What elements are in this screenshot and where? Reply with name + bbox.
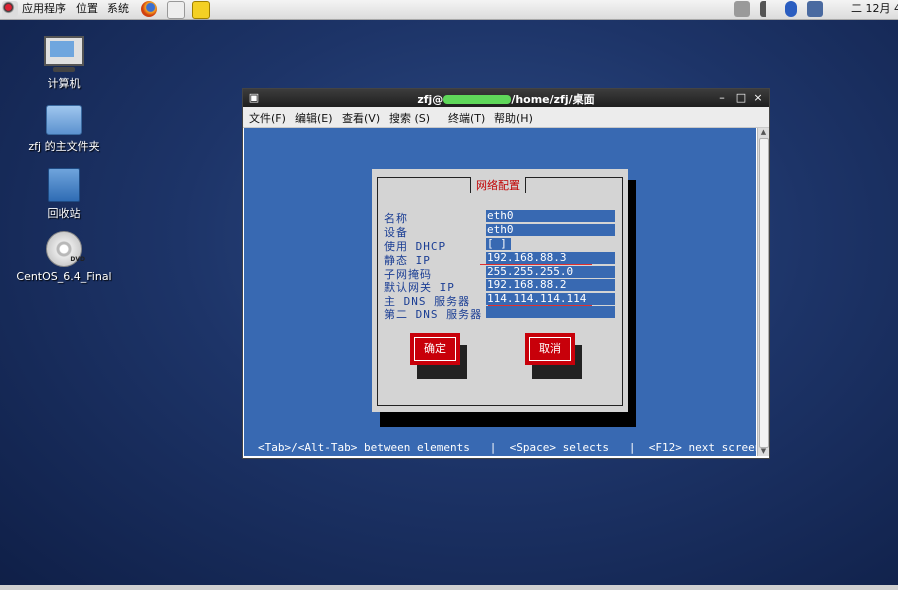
field-name-input[interactable]: eth0 xyxy=(486,210,615,222)
primary-dns-input[interactable]: 114.114.114.114 xyxy=(486,293,615,305)
static-ip-input[interactable]: 192.168.88.3 xyxy=(486,252,615,264)
window-titlebar[interactable]: ▣ zfj@/home/zfj/桌面 – □ × xyxy=(243,89,769,107)
desktop-icon-dvd[interactable]: DVD CentOS_6.4_Final xyxy=(9,231,119,283)
redacted-hostname xyxy=(443,95,512,104)
close-icon[interactable]: × xyxy=(751,91,765,104)
menu-file[interactable]: 文件(F) xyxy=(249,110,286,126)
maximize-icon[interactable]: □ xyxy=(734,91,748,104)
desktop-icon-home[interactable]: zfj 的主文件夹 xyxy=(9,105,119,154)
scroll-up-icon[interactable]: ▲ xyxy=(758,128,769,137)
annotation-underline xyxy=(488,305,592,306)
desktop-icon-label: zfj 的主文件夹 xyxy=(28,140,100,153)
minimize-icon[interactable]: – xyxy=(715,91,729,104)
cancel-button-label: 取消 xyxy=(529,337,571,361)
ok-button[interactable]: 确定 xyxy=(410,333,460,365)
dvd-icon: DVD xyxy=(46,231,85,267)
desktop-icon-label: CentOS_6.4_Final xyxy=(16,270,112,283)
window-title-suffix: /home/zfj/桌面 xyxy=(511,93,595,106)
desktop-icon-label: 计算机 xyxy=(47,77,81,90)
network-config-dialog: 网络配置 名称 eth0 设备 eth0 使用 DHCP [ ] 静态 IP 1… xyxy=(372,169,628,412)
desktop-icon-label: 回收站 xyxy=(47,207,81,220)
terminal-menubar: 文件(F) 编辑(E) 查看(V) 搜索 (S) 终端(T) 帮助(H) xyxy=(243,107,769,128)
menu-places[interactable]: 位置 xyxy=(76,2,98,16)
menu-terminal[interactable]: 终端(T) xyxy=(448,110,485,126)
menu-view[interactable]: 查看(V) xyxy=(342,110,380,126)
dhcp-checkbox[interactable]: [ ] xyxy=(486,238,511,250)
network-icon[interactable] xyxy=(734,1,750,17)
bottom-panel xyxy=(0,585,898,590)
menu-help[interactable]: 帮助(H) xyxy=(494,110,533,126)
volume-icon[interactable] xyxy=(760,1,772,17)
top-panel: 应用程序 位置 系统 二 12月 4 xyxy=(0,0,898,20)
gateway-input[interactable]: 192.168.88.2 xyxy=(486,279,615,291)
annotation-underline xyxy=(480,264,592,265)
scrollbar-thumb[interactable] xyxy=(759,138,769,448)
field-label-secondary-dns: 第二 DNS 服务器 xyxy=(384,308,483,321)
secondary-dns-input[interactable] xyxy=(486,306,615,318)
clock[interactable]: 二 12月 4 xyxy=(851,2,898,16)
firefox-icon[interactable] xyxy=(141,1,157,17)
desktop-icon-trash[interactable]: 回收站 xyxy=(9,168,119,221)
window-title-prefix: zfj@ xyxy=(417,93,444,106)
notes-icon[interactable] xyxy=(192,1,210,19)
menu-system[interactable]: 系统 xyxy=(107,2,129,16)
gnome-foot-icon[interactable] xyxy=(2,1,18,17)
terminal-window: ▣ zfj@/home/zfj/桌面 – □ × 文件(F) 编辑(E) 查看(… xyxy=(242,88,770,459)
terminal-screen[interactable]: 网络配置 名称 eth0 设备 eth0 使用 DHCP [ ] 静态 IP 1… xyxy=(244,128,761,456)
dvd-badge: DVD xyxy=(70,256,85,263)
monitor-base xyxy=(53,67,75,72)
terminal-scrollbar[interactable]: ▲ ▼ xyxy=(757,128,769,456)
menu-edit[interactable]: 编辑(E) xyxy=(295,110,333,126)
desktop-icon-computer[interactable]: 计算机 xyxy=(9,36,119,91)
window-title: zfj@ /home/zfj/桌面 xyxy=(243,91,769,107)
menu-applications[interactable]: 应用程序 xyxy=(22,2,66,16)
display-icon[interactable] xyxy=(807,1,823,17)
dialog-title: 网络配置 xyxy=(470,177,526,193)
scroll-down-icon[interactable]: ▼ xyxy=(758,447,769,456)
cancel-button[interactable]: 取消 xyxy=(525,333,575,365)
field-device-input[interactable]: eth0 xyxy=(486,224,615,236)
home-folder-icon xyxy=(46,105,82,135)
keyboard-hint: <Tab>/<Alt-Tab> between elements | <Spac… xyxy=(258,441,762,454)
computer-icon xyxy=(44,36,84,66)
menu-search[interactable]: 搜索 (S) xyxy=(389,110,430,126)
bluetooth-icon[interactable] xyxy=(785,1,797,17)
trash-icon xyxy=(48,168,80,202)
netmask-input[interactable]: 255.255.255.0 xyxy=(486,266,615,278)
ok-button-label: 确定 xyxy=(414,337,456,361)
email-client-icon[interactable] xyxy=(167,1,185,19)
